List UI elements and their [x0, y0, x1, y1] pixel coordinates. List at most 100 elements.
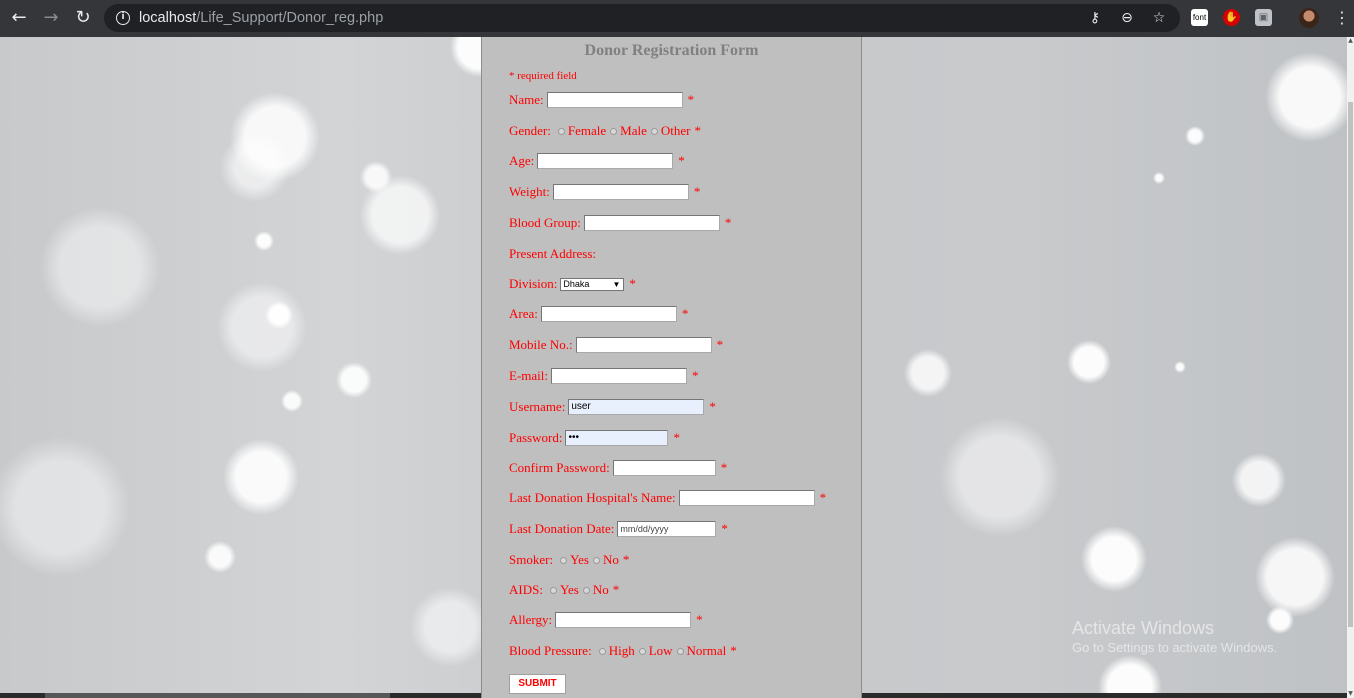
kebab-menu-icon[interactable]: ⋮ — [1334, 8, 1350, 28]
age-row: Age: * — [509, 152, 685, 170]
smoker-no-label: No — [602, 552, 619, 567]
confirm-password-row: Confirm Password: * — [509, 459, 727, 477]
gender-female-label: Female — [567, 123, 607, 138]
smoker-label: Smoker: — [509, 552, 554, 567]
age-input[interactable] — [537, 153, 674, 169]
allergy-input[interactable] — [555, 612, 692, 628]
hospital-row: Last Donation Hospital's Name: * — [509, 489, 826, 507]
bp-label: Blood Pressure: — [509, 643, 592, 658]
hospital-label: Last Donation Hospital's Name: — [509, 490, 676, 505]
password-input[interactable]: ••• — [565, 430, 669, 446]
blood-pressure-row: Blood Pressure: High Low Normal * — [509, 642, 737, 660]
password-row: Password: ••• * — [509, 429, 680, 447]
bp-normal-label: Normal — [686, 643, 727, 658]
email-row: E-mail: * — [509, 367, 699, 385]
bp-low-label: Low — [648, 643, 673, 658]
blood-group-input[interactable] — [583, 215, 720, 231]
weight-input[interactable] — [552, 184, 689, 200]
division-row: Division: Dhaka ▼ * — [509, 275, 636, 293]
aids-row: AIDS: Yes No * — [509, 581, 619, 599]
profile-avatar[interactable] — [1299, 8, 1319, 28]
back-arrow-icon[interactable]: ← — [8, 8, 30, 28]
aids-yes-label: Yes — [559, 582, 579, 597]
form-title: Donor Registration Form — [584, 42, 759, 59]
dropdown-arrow-icon: ▼ — [612, 279, 621, 289]
confirm-password-label: Confirm Password: — [509, 460, 610, 475]
division-label: Division: — [509, 276, 558, 291]
bp-high-label: High — [608, 643, 635, 658]
mobile-row: Mobile No.: * — [509, 336, 723, 354]
url-text[interactable]: localhost/Life_Support/Donor_reg.php — [139, 9, 383, 27]
required-star: * — [720, 460, 728, 475]
horizontal-scroll-thumb[interactable] — [45, 693, 390, 698]
required-star: * — [678, 153, 685, 168]
stop-extension-icon[interactable]: ✋ — [1223, 9, 1240, 26]
smoker-yes-radio[interactable] — [560, 556, 568, 564]
username-input[interactable]: user — [568, 399, 705, 415]
weight-label: Weight: — [509, 184, 550, 199]
gender-female-radio[interactable] — [557, 127, 565, 135]
gender-male-radio[interactable] — [610, 127, 618, 135]
blood-group-label: Blood Group: — [509, 215, 581, 230]
age-label: Age: — [509, 153, 535, 168]
scroll-down-arrow-icon[interactable]: ▼ — [1347, 690, 1354, 698]
required-star: * — [692, 368, 699, 383]
browser-toolbar: ← → ↻ i localhost/Life_Support/Donor_reg… — [0, 0, 1354, 37]
required-star: * — [622, 552, 630, 567]
scroll-thumb[interactable] — [1348, 102, 1353, 627]
aids-no-radio[interactable] — [582, 586, 590, 594]
key-icon[interactable]: ⚷ — [1086, 9, 1104, 27]
bp-low-radio[interactable] — [638, 647, 646, 655]
gender-other-radio[interactable] — [650, 127, 658, 135]
required-star: * — [687, 92, 695, 107]
bp-normal-radio[interactable] — [676, 647, 684, 655]
aids-label: AIDS: — [509, 582, 543, 597]
present-address-row: Present Address: — [509, 245, 599, 263]
username-label: Username: — [509, 399, 566, 414]
email-input[interactable] — [551, 368, 687, 384]
scroll-up-arrow-icon[interactable]: ▲ — [1347, 37, 1354, 45]
area-input[interactable] — [540, 306, 677, 322]
last-date-input[interactable]: mm/dd/yyyy — [617, 521, 717, 537]
blood-group-row: Blood Group: * — [509, 214, 731, 232]
required-star: * — [673, 430, 680, 445]
submit-button[interactable]: SUBMIT — [509, 674, 566, 694]
present-address-label: Present Address: — [509, 246, 597, 261]
address-bar[interactable]: i localhost/Life_Support/Donor_reg.php ⚷… — [104, 4, 1180, 32]
required-star: * — [716, 337, 724, 352]
required-star: * — [612, 582, 620, 597]
aids-yes-radio[interactable] — [549, 586, 557, 594]
gender-label: Gender: — [509, 123, 551, 138]
mobile-input[interactable] — [575, 337, 712, 353]
forward-arrow-icon[interactable]: → — [40, 8, 62, 28]
required-note: * required field — [509, 70, 577, 82]
reload-icon[interactable]: ↻ — [72, 8, 94, 28]
zoom-icon[interactable]: ⊖ — [1118, 9, 1136, 27]
star-icon[interactable]: ☆ — [1150, 9, 1168, 27]
required-star: * — [730, 643, 737, 658]
gender-row: Gender: Female Male Other * — [509, 122, 701, 140]
division-selected-value: Dhaka — [563, 278, 590, 289]
hospital-input[interactable] — [678, 490, 815, 506]
name-input[interactable] — [546, 92, 683, 108]
info-icon[interactable]: i — [116, 11, 130, 25]
bp-high-radio[interactable] — [598, 647, 606, 655]
vertical-scrollbar[interactable]: ▲ ▼ — [1347, 37, 1354, 698]
gender-other-label: Other — [660, 123, 691, 138]
font-extension-icon[interactable]: font — [1191, 9, 1208, 26]
activate-windows-watermark: Activate Windows Go to Settings to activ… — [1072, 617, 1277, 657]
division-select[interactable]: Dhaka ▼ — [560, 277, 625, 291]
weight-row: Weight: * — [509, 183, 700, 201]
watermark-title: Activate Windows — [1072, 618, 1215, 638]
smoker-no-radio[interactable] — [592, 556, 600, 564]
confirm-password-input[interactable] — [612, 460, 716, 476]
name-label: Name: — [509, 92, 544, 107]
aids-no-label: No — [592, 582, 609, 597]
allergy-label: Allergy: — [509, 612, 553, 627]
watermark-subtitle: Go to Settings to activate Windows. — [1072, 640, 1278, 655]
required-star: * — [696, 612, 703, 627]
area-label: Area: — [509, 306, 538, 321]
box-extension-icon[interactable]: ▣ — [1255, 9, 1272, 26]
required-star: * — [709, 399, 716, 414]
url-host: localhost — [139, 10, 197, 26]
